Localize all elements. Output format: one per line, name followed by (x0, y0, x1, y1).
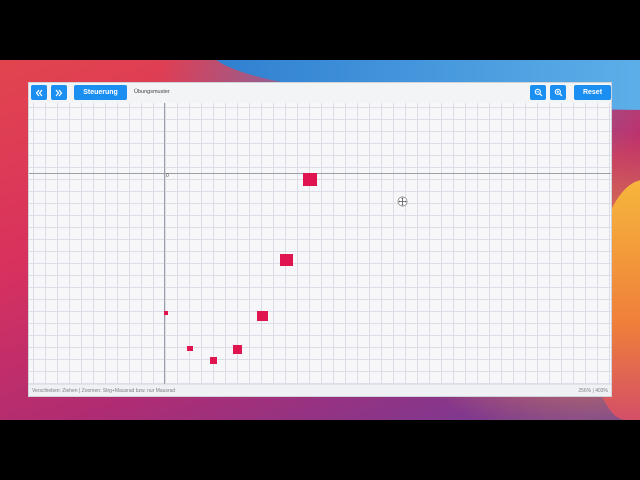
y-axis (164, 103, 165, 387)
move-cursor-icon (397, 196, 408, 207)
pattern-square (210, 357, 217, 364)
control-button-label: Steuerung (83, 89, 118, 96)
pattern-square (164, 311, 168, 315)
zoom-readout: 256% | 403% (578, 388, 608, 394)
app-window: Steuerung Übungsmuster Reset 0 Verschieb… (28, 82, 612, 397)
origin-label: 0 (166, 173, 169, 179)
page-title: Übungsmuster (134, 89, 170, 95)
control-button[interactable]: Steuerung (74, 85, 127, 100)
pattern-square (187, 346, 193, 351)
reset-button[interactable]: Reset (574, 85, 611, 100)
double-chevron-left-icon (35, 89, 43, 96)
x-axis (29, 173, 611, 174)
back-button[interactable] (31, 85, 47, 100)
zoom-in-icon (554, 88, 562, 97)
toolbar: Steuerung Übungsmuster Reset (29, 83, 611, 104)
status-hint: Verschieben: Ziehen | Zoomen: Strg+Mausr… (32, 388, 176, 394)
pattern-square (233, 345, 242, 354)
pattern-square (303, 173, 317, 186)
pattern-square (257, 311, 268, 321)
zoom-out-button[interactable] (530, 85, 546, 100)
pattern-square (280, 254, 293, 266)
drawing-canvas[interactable]: 0 (29, 103, 611, 387)
zoom-in-button[interactable] (550, 85, 566, 100)
forward-button[interactable] (51, 85, 67, 100)
reset-button-label: Reset (582, 89, 603, 96)
zoom-out-icon (534, 88, 542, 97)
double-chevron-right-icon (55, 89, 63, 96)
status-bar: Verschieben: Ziehen | Zoomen: Strg+Mausr… (29, 384, 611, 396)
